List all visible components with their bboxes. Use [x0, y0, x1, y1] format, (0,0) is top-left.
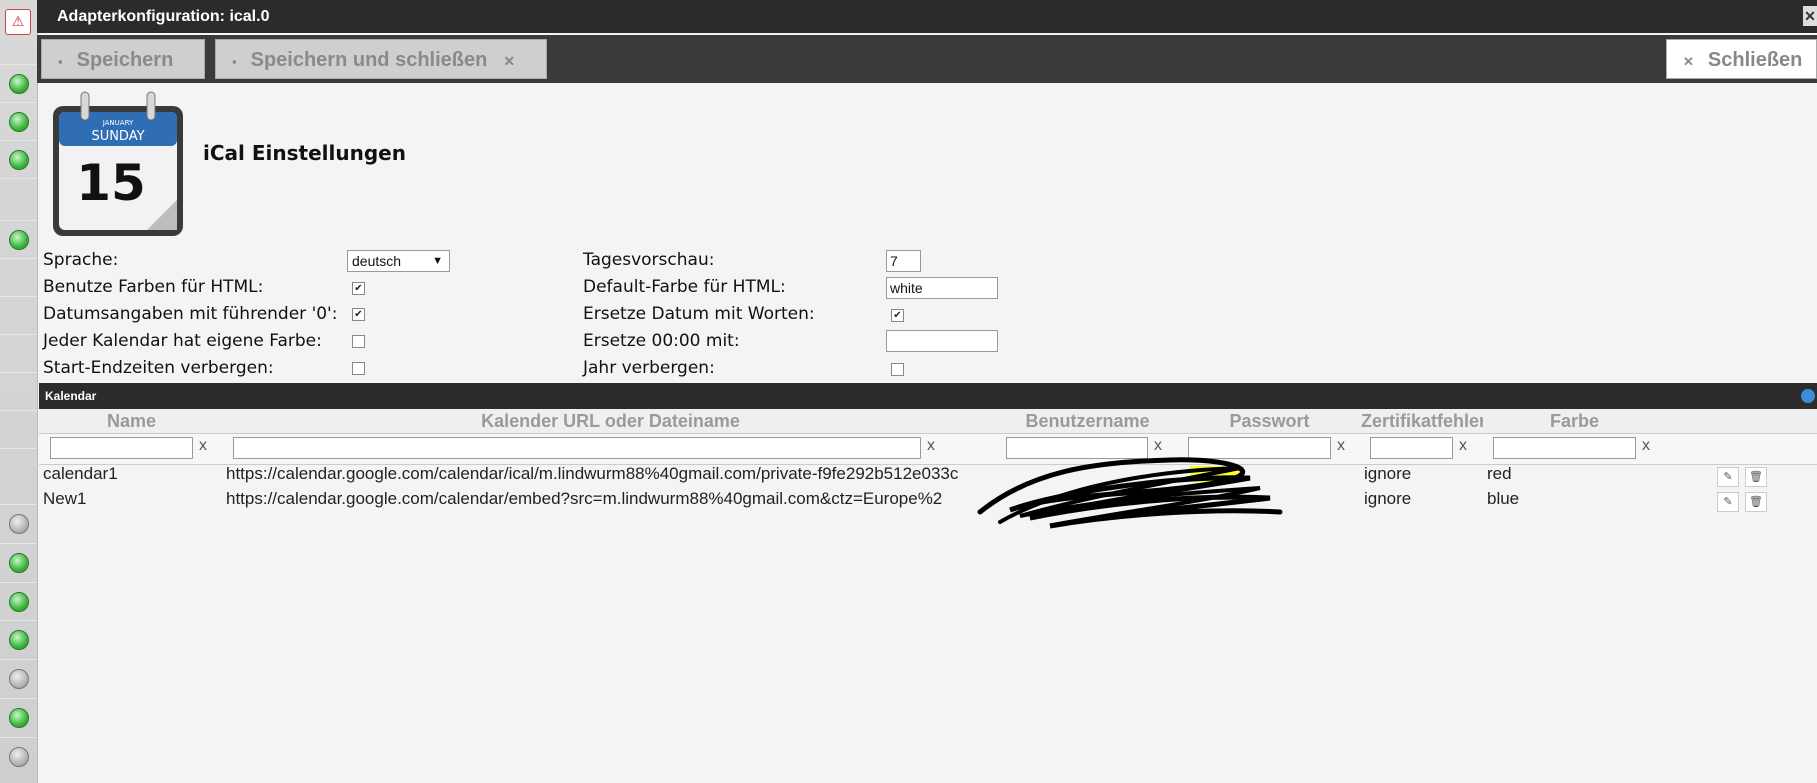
use-colors-checkbox[interactable]: ✔ — [352, 282, 365, 295]
window-titlebar: Adapterkonfiguration: ical.0 ✕ — [37, 0, 1817, 33]
instance-sidebar: ⚠ — [0, 0, 38, 783]
row-color: red — [1487, 464, 1512, 483]
status-dot-icon — [9, 112, 29, 132]
status-dot-icon — [9, 669, 29, 689]
status-dot-icon — [9, 553, 29, 573]
column-header-url[interactable]: Kalender URL oder Dateiname — [224, 409, 998, 433]
use-colors-label: Benutze Farben für HTML: — [43, 277, 264, 297]
column-header-password[interactable]: Passwort — [1178, 409, 1362, 433]
leading-zero-checkbox[interactable]: ✔ — [352, 308, 365, 321]
row-name: New1 — [43, 489, 87, 508]
instance-slot[interactable] — [0, 296, 37, 335]
instance-slot[interactable] — [0, 582, 37, 621]
own-color-checkbox[interactable] — [352, 335, 365, 348]
status-dot-icon — [9, 708, 29, 728]
calendar-grid-title: Kalendar — [39, 383, 1817, 409]
close-icon: ✕ — [503, 53, 516, 69]
column-header-username[interactable]: Benutzername — [997, 409, 1179, 433]
instance-slot[interactable] — [0, 504, 37, 543]
filter-url-input[interactable] — [233, 437, 921, 459]
column-header-color[interactable]: Farbe — [1483, 409, 1667, 433]
preview-label: Tagesvorschau: — [583, 250, 715, 270]
instance-slot[interactable] — [0, 64, 37, 103]
filter-color-clear[interactable]: x — [1642, 437, 1650, 455]
row-url: https://calendar.google.com/calendar/ica… — [226, 464, 959, 483]
status-dot-icon — [9, 514, 29, 534]
row-cert: ignore — [1364, 464, 1412, 483]
leading-zero-label: Datumsangaben mit führender '0': — [43, 304, 338, 324]
filter-url-clear[interactable]: x — [927, 437, 935, 455]
window-title: Adapterkonfiguration: ical.0 — [57, 8, 270, 25]
logo-month: JANUARY — [102, 119, 134, 127]
column-header-name[interactable]: Name — [39, 409, 225, 433]
status-dot-icon — [9, 592, 29, 612]
toolbar: ▪ Speichern ▪ Speichern und schließen ✕ ✕ Sc… — [37, 35, 1817, 83]
delete-icon[interactable]: 🗑 — [1745, 492, 1767, 512]
save-icon: ▪ — [232, 54, 237, 69]
calendar-logo-icon: JANUARY SUNDAY 15 — [53, 91, 183, 236]
replace-date-checkbox[interactable]: ✔ — [891, 309, 904, 322]
replace-date-label: Ersetze Datum mit Worten: — [583, 304, 815, 324]
language-label: Sprache: — [43, 250, 119, 270]
instance-slot[interactable] — [0, 543, 37, 582]
row-url: https://calendar.google.com/calendar/emb… — [226, 489, 943, 508]
delete-icon[interactable]: 🗑 — [1745, 467, 1767, 487]
instance-slot[interactable] — [0, 178, 37, 217]
save-button[interactable]: ▪ Speichern — [41, 39, 205, 79]
replace-midnight-input[interactable] — [886, 330, 998, 352]
default-color-input[interactable]: white — [886, 277, 998, 299]
preview-days-input[interactable]: 7 — [886, 250, 921, 272]
instance-slot[interactable] — [0, 410, 37, 449]
row-cert: ignore — [1364, 489, 1412, 508]
row-name: calendar1 — [43, 464, 118, 483]
save-icon: ▪ — [58, 54, 63, 69]
instance-slot[interactable] — [0, 372, 37, 411]
instance-slot[interactable] — [0, 334, 37, 373]
row-color: blue — [1487, 489, 1520, 508]
filter-cert-input[interactable] — [1370, 437, 1453, 459]
instance-slot[interactable] — [0, 220, 37, 259]
status-dot-icon — [9, 74, 29, 94]
redaction-scribble — [977, 457, 1283, 529]
status-dot-icon — [9, 747, 29, 767]
replace-midnight-label: Ersetze 00:00 mit: — [583, 331, 740, 351]
instance-slot[interactable] — [0, 659, 37, 698]
column-header-actions — [1666, 409, 1817, 433]
instance-slot[interactable] — [0, 448, 37, 487]
status-dot-icon — [9, 150, 29, 170]
filter-cert-clear[interactable]: x — [1459, 437, 1467, 455]
hide-times-label: Start-Endzeiten verbergen: — [43, 358, 274, 378]
edit-icon[interactable]: ✎ — [1717, 492, 1739, 512]
close-button[interactable]: ✕ Schließen — [1666, 39, 1817, 79]
logo-date: 15 — [76, 154, 146, 212]
status-dot-icon — [9, 230, 29, 250]
filter-name-clear[interactable]: x — [199, 437, 207, 455]
filter-name-input[interactable] — [50, 437, 193, 459]
status-dot-icon — [9, 630, 29, 650]
close-icon: ✕ — [1683, 54, 1694, 69]
collapse-icon[interactable] — [1801, 389, 1815, 403]
hide-year-checkbox[interactable] — [891, 363, 904, 376]
filter-password-clear[interactable]: x — [1337, 437, 1345, 455]
instance-slot[interactable] — [0, 620, 37, 659]
instance-slot[interactable] — [0, 102, 37, 141]
chevron-down-icon: ▼ — [432, 255, 443, 267]
hide-year-label: Jahr verbergen: — [583, 358, 715, 378]
own-color-label: Jeder Kalendar hat eigene Farbe: — [43, 331, 322, 351]
column-header-cert-errors[interactable]: Zertifikatfehler — [1361, 409, 1484, 433]
page-title: iCal Einstellungen — [203, 141, 406, 165]
default-color-label: Default-Farbe für HTML: — [583, 277, 786, 297]
instance-slot[interactable] — [0, 140, 37, 179]
filter-color-input[interactable] — [1493, 437, 1636, 459]
save-and-close-button[interactable]: ▪ Speichern und schließen ✕ — [215, 39, 547, 79]
user-icon[interactable]: ⚠ — [5, 9, 31, 35]
hide-times-checkbox[interactable] — [352, 362, 365, 375]
instance-slot[interactable] — [0, 258, 37, 297]
edit-icon[interactable]: ✎ — [1717, 467, 1739, 487]
logo-day: SUNDAY — [91, 129, 144, 144]
instance-slot[interactable] — [0, 737, 37, 776]
language-select[interactable]: deutsch ▼ — [347, 250, 450, 272]
close-icon[interactable]: ✕ — [1803, 6, 1817, 26]
instance-slot[interactable] — [0, 698, 37, 737]
